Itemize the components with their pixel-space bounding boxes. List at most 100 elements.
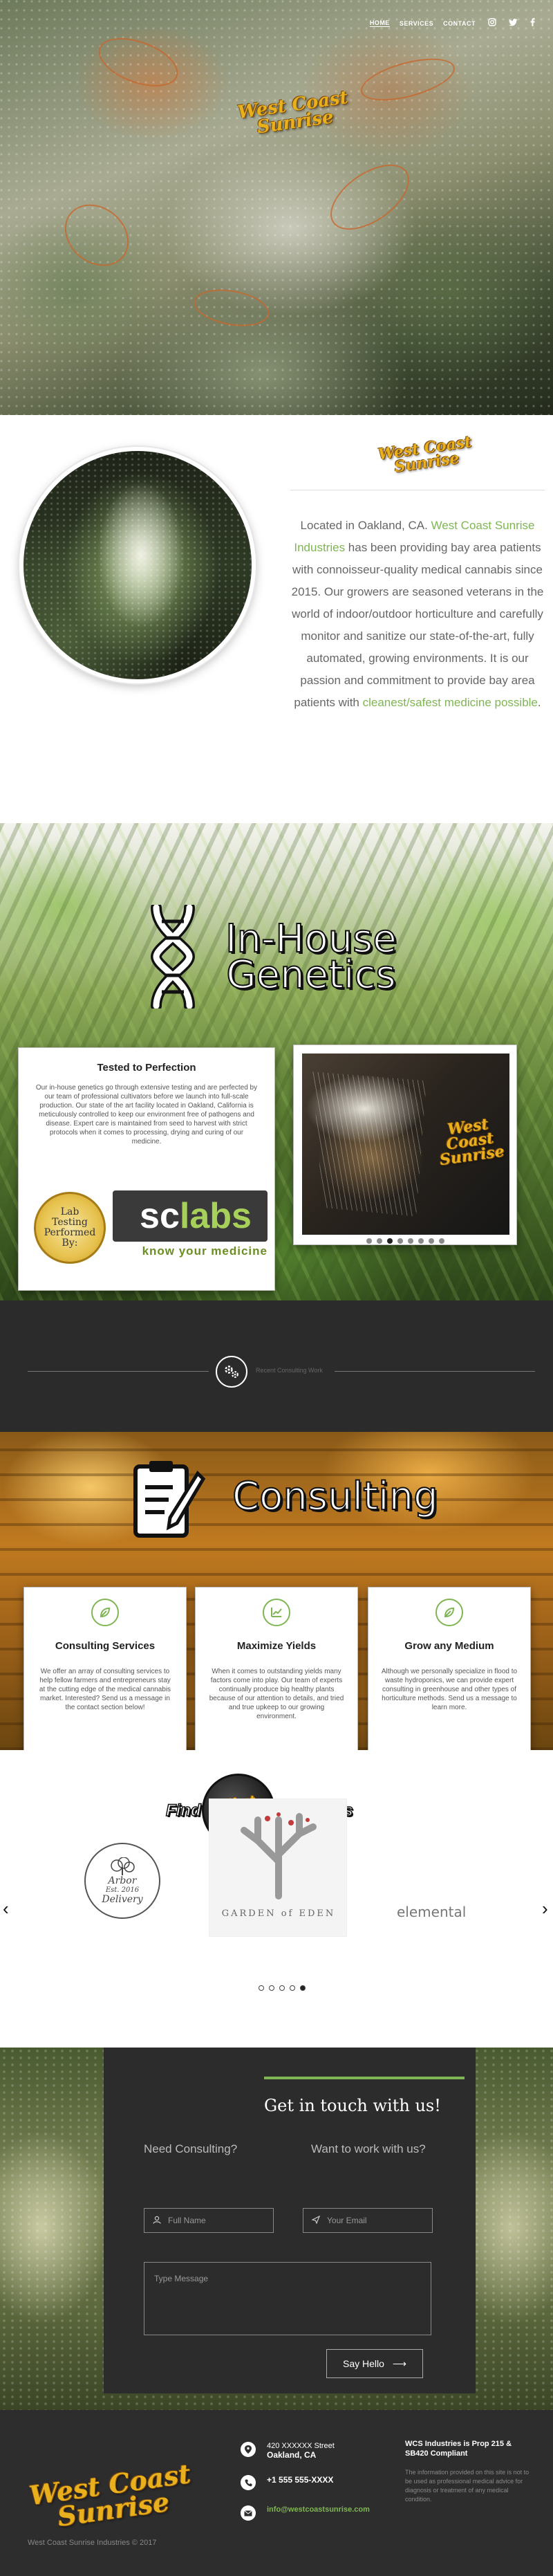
- service-card: Maximize Yields When it comes to outstan…: [195, 1587, 358, 1750]
- footer-email: info@westcoastsunrise.com: [241, 2505, 370, 2521]
- main-nav: HOME SERVICES CONTACT: [369, 18, 535, 28]
- sclabs-logo: sclabs know your medicine: [113, 1190, 268, 1265]
- dna-icon: [150, 905, 196, 1009]
- recent-work-label: Recent Consulting Work: [256, 1367, 323, 1374]
- slider-dot[interactable]: [387, 1238, 393, 1244]
- legal-title: WCS Industries is Prop 215 & SB420 Compl…: [405, 2440, 512, 2458]
- phone-icon: [241, 2475, 256, 2490]
- genetics-title-line-2: Genetics: [225, 953, 396, 997]
- plant-photo: [19, 447, 256, 683]
- genetics-slider[interactable]: West Coast Sunrise: [293, 1045, 517, 1245]
- chevron-right-icon[interactable]: ›: [542, 1898, 548, 1920]
- envelope-icon: [241, 2505, 256, 2521]
- about-section: West Coast Sunrise Located in Oakland, C…: [0, 415, 553, 823]
- elemental-logo[interactable]: elemental: [397, 1904, 466, 1920]
- full-name-placeholder: Full Name: [168, 2216, 206, 2225]
- badge-line: Performed: [44, 1227, 96, 1238]
- badge-line: Testing: [52, 1217, 88, 1228]
- full-name-field[interactable]: Full Name: [144, 2208, 274, 2233]
- legal-notice: WCS Industries is Prop 215 & SB420 Compl…: [405, 2439, 536, 2504]
- leaf-icon: [91, 1599, 119, 1626]
- partner-dot[interactable]: [300, 1985, 306, 1991]
- badge-line: By:: [62, 1238, 78, 1249]
- service-title: Grow any Medium: [404, 1640, 494, 1652]
- slider-dot[interactable]: [377, 1238, 382, 1244]
- message-field[interactable]: Type Message: [144, 2262, 431, 2335]
- genetics-title: In-House Genetics: [225, 919, 397, 997]
- consulting-question: Need Consulting?: [144, 2142, 238, 2155]
- instagram-icon[interactable]: [488, 18, 496, 28]
- about-text-b: has been providing bay area patients wit…: [291, 541, 544, 709]
- about-text-c: .: [537, 696, 541, 709]
- about-text-a: Located in Oakland, CA.: [300, 519, 431, 532]
- service-text: Although we personally specialize in flo…: [381, 1668, 518, 1711]
- sclabs-wordmark: sclabs: [113, 1190, 268, 1242]
- leaf-icon: [435, 1599, 463, 1626]
- footer-address: 420 XXXXXX Street Oakland, CA: [241, 2442, 335, 2460]
- service-card: Grow any Medium Although we personally s…: [368, 1587, 531, 1750]
- tested-card-title: Tested to Perfection: [97, 1062, 196, 1074]
- arbor-delivery-logo[interactable]: Arbor Est. 2016 Delivery: [84, 1843, 160, 1919]
- photo-texture: [24, 451, 252, 679]
- email-link[interactable]: info@westcoastsunrise.com: [267, 2505, 370, 2514]
- arrow-right-icon: ⟶: [392, 2357, 406, 2369]
- slider-dot[interactable]: [397, 1238, 403, 1244]
- service-text: We offer an array of consulting services…: [39, 1668, 171, 1711]
- arbor-name: Arbor: [108, 1875, 137, 1886]
- map-pin-icon: [241, 2442, 256, 2457]
- sclabs-labs: labs: [179, 1196, 252, 1236]
- garden-of-eden-logo[interactable]: GARDEN of EDEN: [209, 1798, 347, 1937]
- nav-home[interactable]: HOME: [369, 19, 390, 27]
- chart-icon: [263, 1599, 290, 1626]
- copyright: West Coast Sunrise Industries © 2017: [28, 2539, 157, 2547]
- sclabs-sc: sc: [140, 1196, 180, 1236]
- partner-dots: [259, 1985, 306, 1991]
- say-hello-label: Say Hello: [343, 2358, 384, 2369]
- eden-name: GARDEN of EDEN: [221, 1908, 336, 1919]
- hero-section: HOME SERVICES CONTACT West Coast Sunrise: [0, 0, 553, 415]
- divider-line: [335, 1371, 535, 1372]
- slider-dot[interactable]: [429, 1238, 434, 1244]
- message-placeholder: Type Message: [154, 2274, 209, 2283]
- contact-section: Get in touch with us! Need Consulting? W…: [0, 2048, 553, 2410]
- slider-dot[interactable]: [418, 1238, 424, 1244]
- service-card: Consulting Services We offer an array of…: [24, 1587, 187, 1750]
- email-field[interactable]: Your Email: [303, 2208, 433, 2233]
- legal-text: The information provided on this site is…: [405, 2469, 529, 2503]
- divider-line: [28, 1371, 209, 1372]
- find-text-left: Find: [165, 1801, 201, 1821]
- facebook-icon[interactable]: [530, 18, 535, 28]
- consulting-title: Consulting: [232, 1474, 439, 1519]
- footer-logo[interactable]: West Coast Sunrise: [27, 2458, 196, 2533]
- address-line-1: 420 XXXXXX Street: [267, 2442, 335, 2450]
- nav-services[interactable]: SERVICES: [400, 20, 433, 27]
- about-highlight: cleanest/safest medicine possible: [362, 696, 538, 709]
- work-question: Want to work with us?: [311, 2142, 426, 2155]
- contact-heading: Get in touch with us!: [264, 2096, 441, 2115]
- user-icon: [153, 2216, 161, 2226]
- gears-icon: [216, 1356, 247, 1388]
- twitter-icon[interactable]: [509, 18, 518, 28]
- tested-card-text: Our in-house genetics go through extensi…: [35, 1084, 258, 1146]
- consulting-section: Consulting Consulting Services We offer …: [0, 1432, 553, 1750]
- nav-contact[interactable]: CONTACT: [443, 20, 476, 27]
- partner-dot[interactable]: [279, 1985, 285, 1991]
- service-title: Maximize Yields: [236, 1640, 317, 1652]
- slider-dot[interactable]: [366, 1238, 372, 1244]
- say-hello-button[interactable]: Say Hello ⟶: [326, 2349, 423, 2378]
- partner-dot[interactable]: [290, 1985, 295, 1991]
- slider-dot[interactable]: [408, 1238, 413, 1244]
- footer-phone: +1 555 555-XXXX: [241, 2475, 333, 2490]
- chevron-left-icon[interactable]: ‹: [3, 1898, 9, 1920]
- clipboard-icon: [133, 1461, 206, 1538]
- partner-dot[interactable]: [259, 1985, 264, 1991]
- partner-dot[interactable]: [269, 1985, 274, 1991]
- contact-form: Get in touch with us! Need Consulting? W…: [104, 2048, 476, 2393]
- genetics-section: In-House Genetics Tested to Perfection O…: [0, 823, 553, 1300]
- badge-line: Lab: [60, 1206, 79, 1217]
- address-line-2: Oakland, CA: [267, 2450, 317, 2460]
- about-text: Located in Oakland, CA. West Coast Sunri…: [290, 515, 545, 714]
- slider-dot[interactable]: [439, 1238, 444, 1244]
- phone-number[interactable]: +1 555 555-XXXX: [267, 2475, 333, 2485]
- tested-card: Tested to Perfection Our in-house geneti…: [18, 1047, 275, 1291]
